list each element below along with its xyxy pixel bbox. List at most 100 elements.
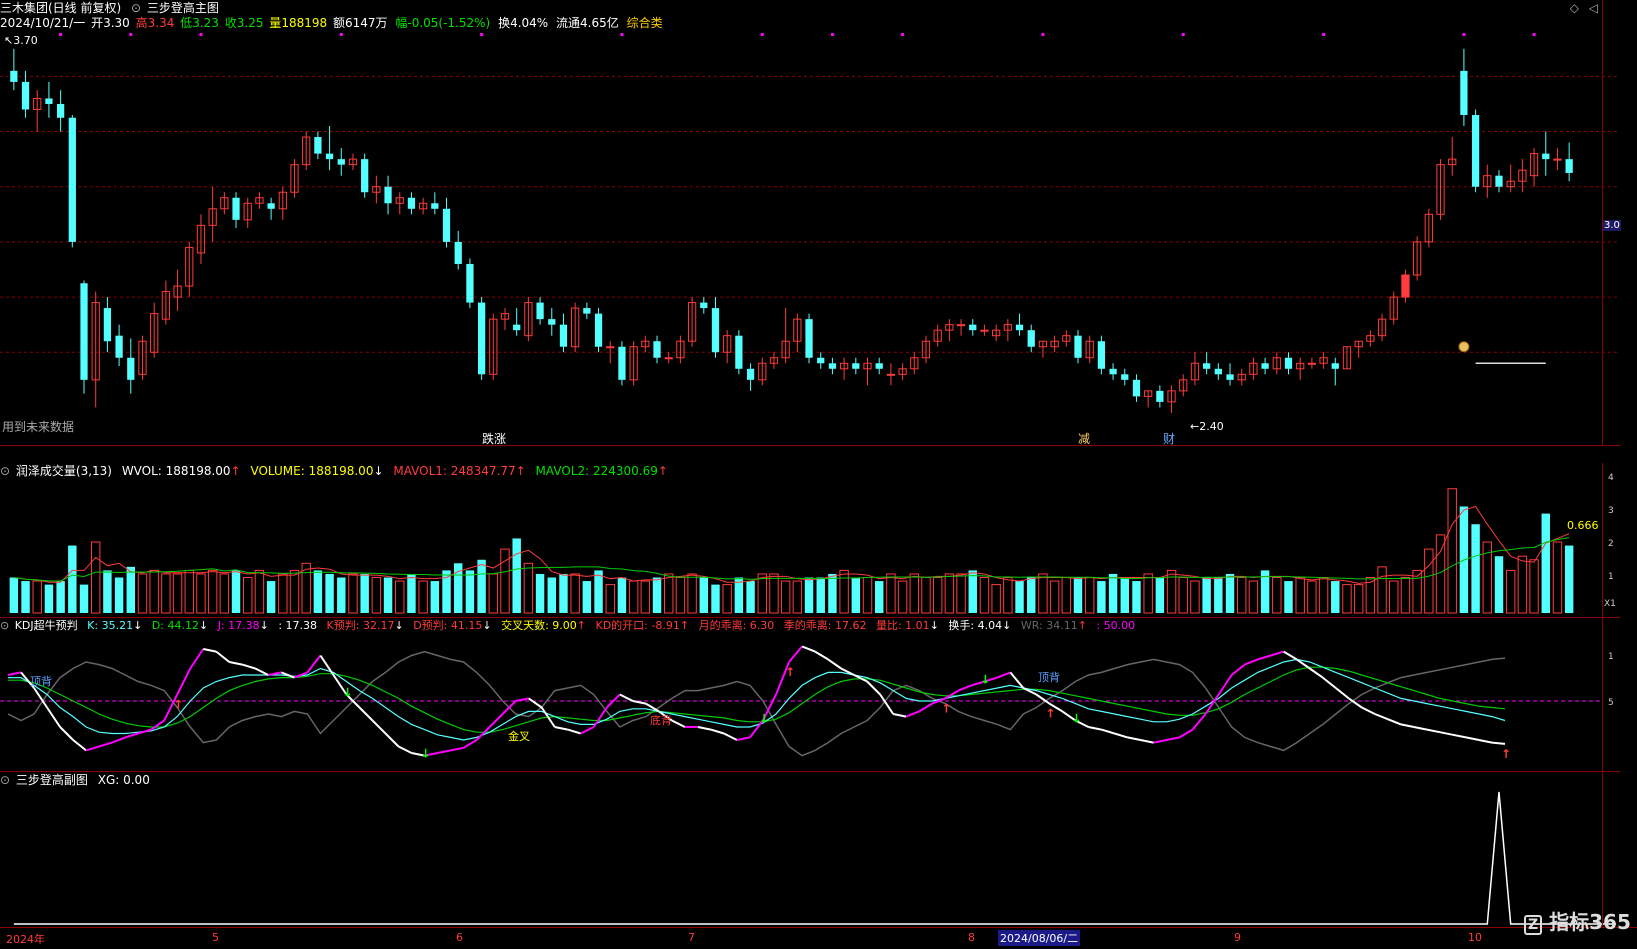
signal-dot — [339, 33, 343, 36]
candle-body — [664, 357, 673, 360]
sub-indicator-panel[interactable]: ⊙ 三步登高副图 XG: 0.00 — [0, 772, 1620, 926]
kdj-axis: 1 5 — [1602, 618, 1620, 771]
volume-bar — [1505, 569, 1516, 614]
brand-logo-icon: Z — [1524, 915, 1543, 935]
candle-body — [103, 308, 112, 342]
j-line-segment — [371, 719, 387, 735]
j-line-segment — [319, 654, 335, 676]
high-price-mark: ↖3.70 — [4, 34, 38, 47]
candle-body — [127, 357, 135, 380]
main-chart-panel[interactable]: 三木集团(日线 前复权) ⊙ 三步登高主图 2024/10/21/一 开3.30… — [0, 0, 1621, 446]
j-line-segment — [358, 706, 374, 722]
signal-dot — [830, 33, 834, 36]
volume-bar — [1049, 580, 1060, 614]
volume-bar — [862, 577, 873, 614]
volume-bar — [266, 581, 276, 613]
candle-body — [828, 363, 837, 369]
volume-bar — [68, 545, 77, 613]
candle-body — [1307, 362, 1317, 365]
mavol1-line — [13, 505, 1570, 584]
j-line-segment — [72, 739, 87, 752]
volume-bar — [722, 584, 732, 614]
candle-body — [1027, 330, 1035, 347]
wr-line — [7, 650, 1506, 757]
candle-body — [805, 319, 813, 358]
j-line-segment — [580, 726, 595, 735]
volume-bar — [757, 573, 767, 614]
candle-body — [115, 335, 123, 358]
j-line-segment — [1452, 733, 1467, 739]
volume-bar — [1027, 577, 1036, 613]
volume-bar — [1003, 577, 1013, 614]
j-line-segment — [1270, 650, 1284, 657]
volume-bar — [1015, 581, 1024, 613]
low-price-text: 2.40 — [1199, 420, 1224, 433]
volume-bar — [1424, 548, 1434, 614]
volume-bar — [816, 577, 825, 613]
time-cursor-label: 2024/08/06/二 — [998, 930, 1081, 946]
sell-arrow-icon: ↓ — [1071, 712, 1081, 726]
volume-bar — [1494, 556, 1504, 613]
j-line-segment — [1127, 736, 1141, 741]
signal-dot — [1532, 33, 1536, 36]
volume-bar — [1084, 577, 1095, 614]
volume-bar — [1307, 580, 1317, 614]
j-line-segment — [1439, 731, 1454, 736]
signal-dot — [620, 33, 624, 36]
volume-bar — [465, 570, 475, 613]
volume-bar — [874, 581, 884, 613]
volume-bar — [594, 570, 603, 613]
volume-bar — [477, 559, 486, 613]
candle-body — [1542, 153, 1550, 160]
candlestick-chart[interactable] — [0, 0, 1620, 445]
candle-body — [361, 159, 369, 193]
volume-bar — [559, 573, 568, 613]
time-axis[interactable]: 2024年 5 6 7 8 2024/08/06/二 9 10 Z 指标365 — [0, 910, 1637, 949]
j-line-segment — [1478, 739, 1493, 744]
volume-bar — [792, 580, 803, 614]
candle-body — [1121, 374, 1129, 380]
volume-chart[interactable] — [0, 463, 1620, 617]
volume-bar — [114, 577, 124, 613]
j-line-segment — [918, 702, 933, 713]
kdj-label-top-divergence-2: 顶背 — [1038, 671, 1060, 684]
volume-bar — [851, 577, 861, 613]
j-line-segment — [957, 684, 972, 692]
time-label-jul: 7 — [688, 931, 695, 944]
volume-bar — [1143, 573, 1153, 614]
buy-arrow-icon: ↑ — [173, 698, 183, 712]
volume-bar — [921, 577, 931, 614]
volume-bar — [1120, 577, 1129, 613]
sub-axis — [1602, 772, 1620, 926]
kdj-chart[interactable]: ↑ ↑ ↑ ↑ ↑ ↓ ↓ ↓ ↓ ↓ — [0, 618, 1620, 771]
candle-body — [1074, 335, 1082, 358]
candle-body — [1471, 115, 1480, 187]
xg-chart[interactable] — [0, 772, 1620, 926]
j-line-segment — [827, 658, 842, 670]
j-line-segment — [567, 728, 582, 735]
candle-body — [700, 302, 708, 309]
time-label-sep: 9 — [1234, 931, 1241, 944]
volume-bar — [991, 584, 1001, 614]
j-line-segment — [437, 749, 451, 754]
j-line-segment — [1179, 728, 1194, 739]
kdj-tick-5: 5 — [1608, 698, 1614, 708]
candle-body — [1132, 379, 1141, 397]
candle-body — [969, 324, 977, 331]
candle-body — [817, 357, 825, 364]
volume-bar — [1190, 580, 1200, 614]
volume-bar — [79, 584, 89, 613]
low-price-mark: ←2.40 — [1190, 420, 1224, 433]
candle-body — [10, 70, 18, 82]
time-label-aug: 8 — [968, 931, 975, 944]
j-line-segment — [1361, 706, 1376, 715]
volume-bar — [628, 580, 639, 614]
volume-bar — [1038, 573, 1048, 614]
volume-bar — [932, 577, 943, 614]
candle-body — [68, 117, 76, 242]
candle-body — [606, 346, 615, 349]
future-data-note: 用到未来数据 — [2, 420, 75, 434]
volume-panel[interactable]: ⊙ 润泽成交量(3,13) WVOL: 188198.00↑ VOLUME: 1… — [0, 463, 1620, 618]
j-line-segment — [1088, 726, 1102, 731]
kdj-panel[interactable]: ⊙ KDJ超牛预判 K: 35.21↓ D: 44.12↓ J: 17.38↓ … — [0, 618, 1620, 772]
